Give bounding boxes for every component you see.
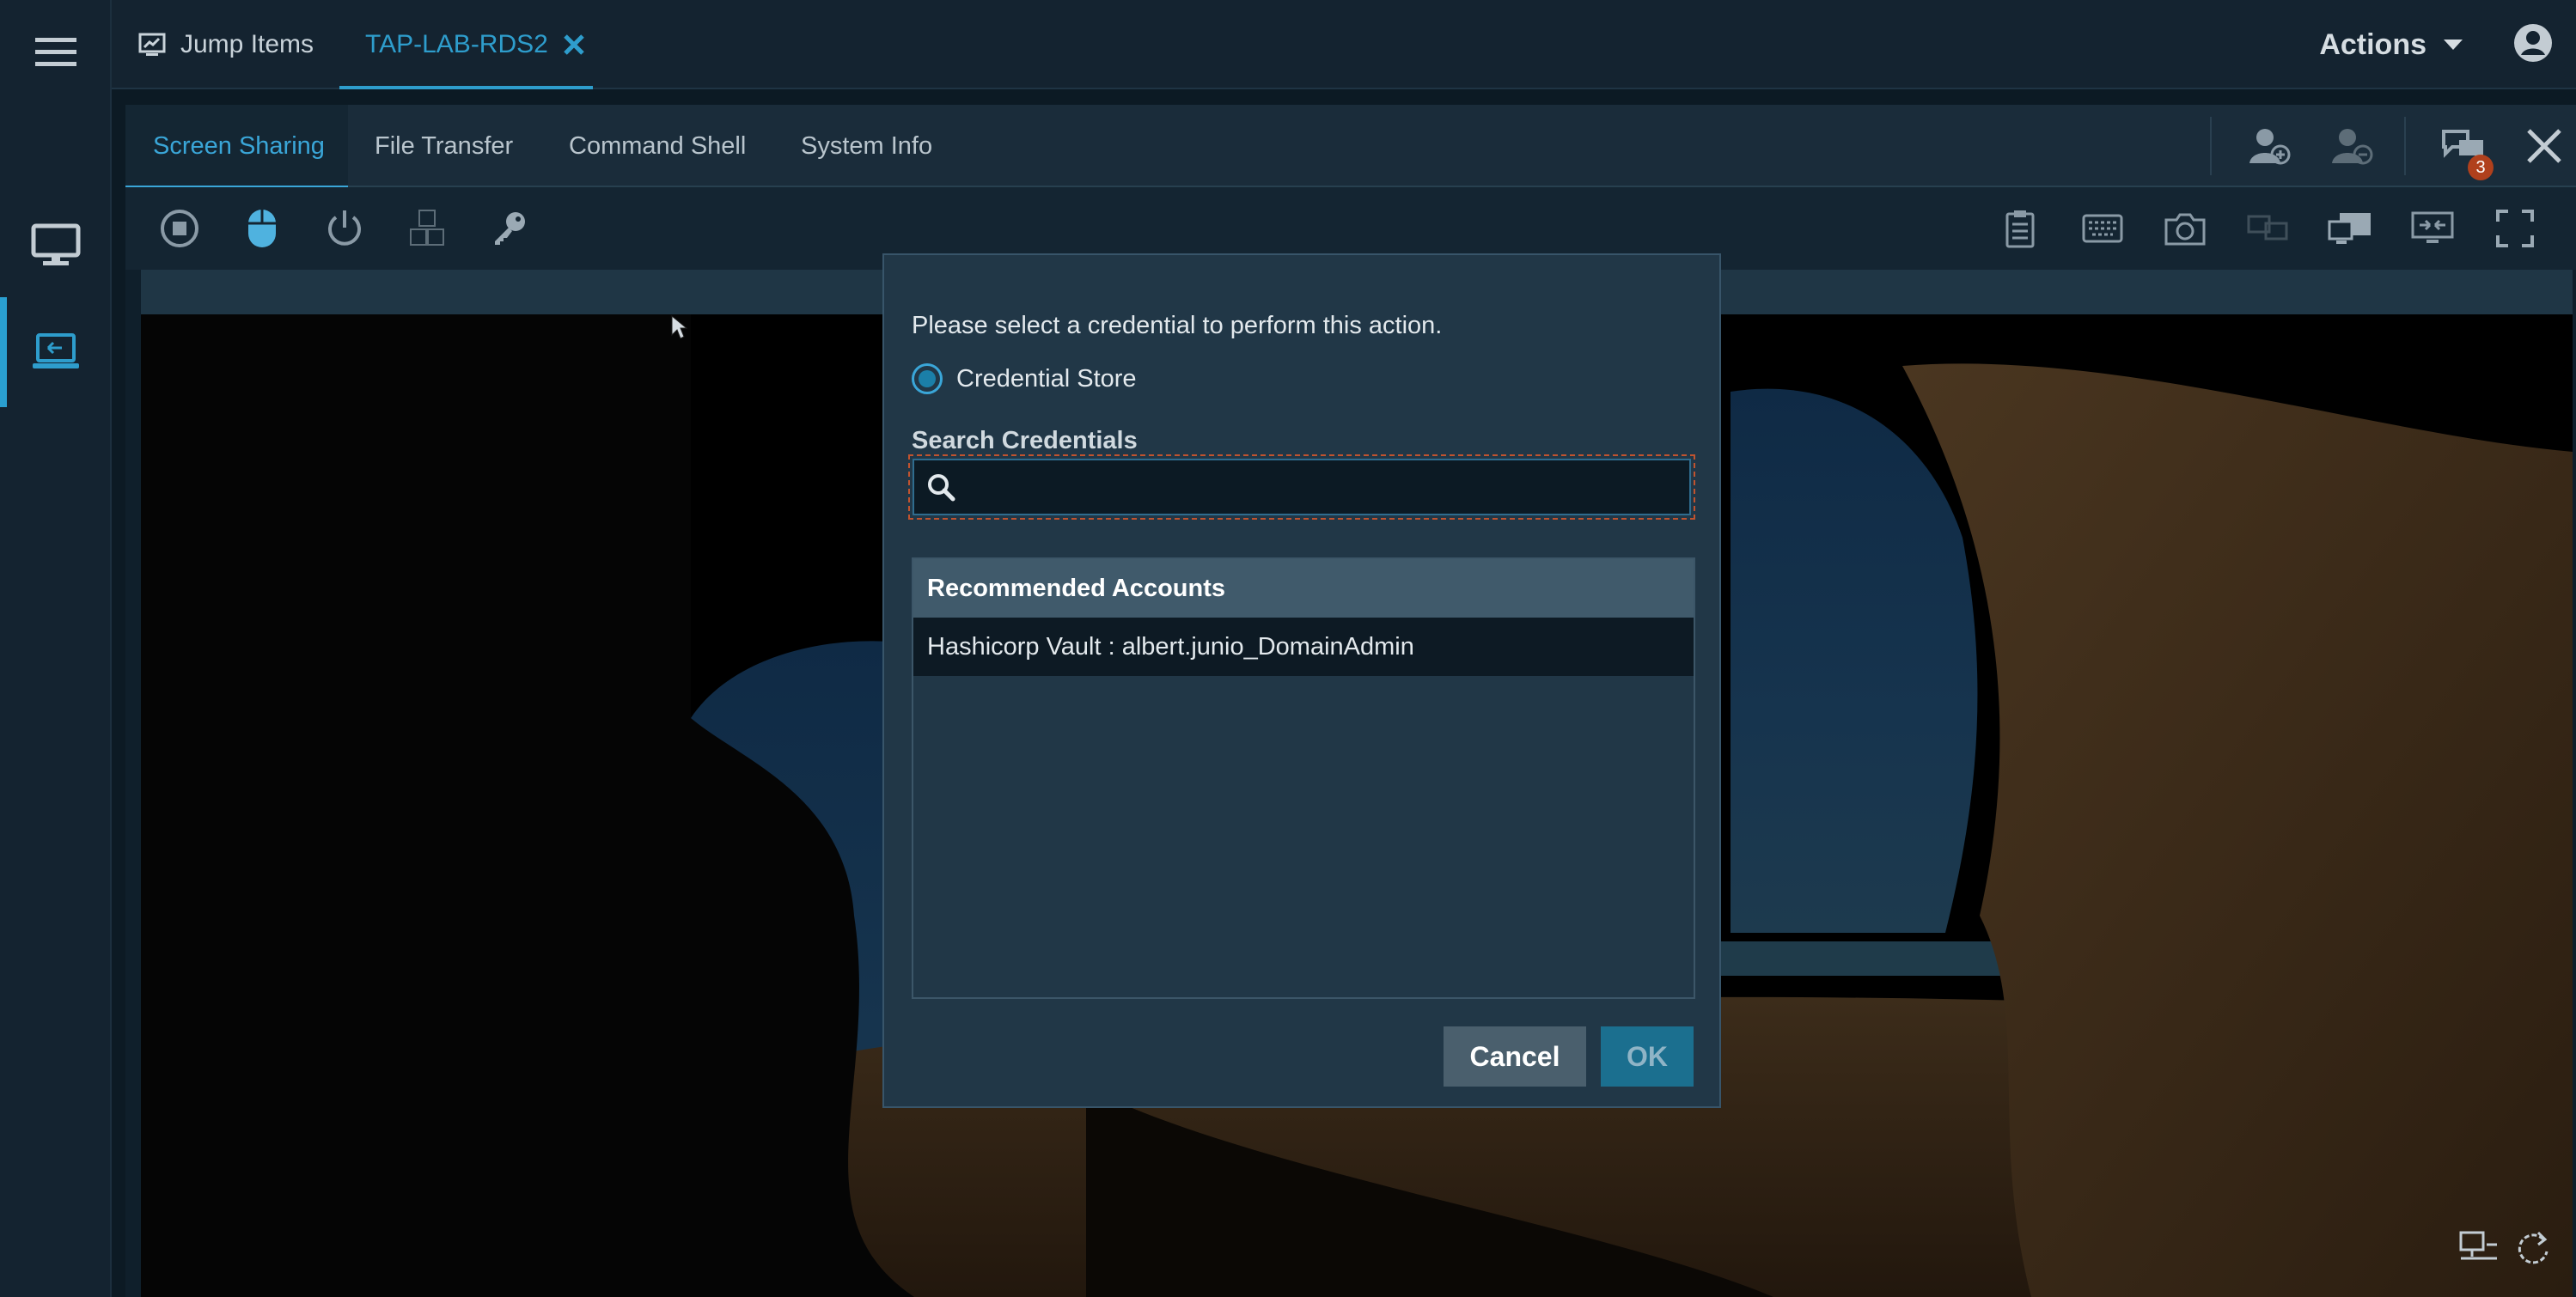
tab-system-info[interactable]: System Info — [801, 105, 932, 187]
privacy-screen-button[interactable] — [2320, 187, 2380, 270]
credential-dialog: Please select a credential to perform th… — [882, 253, 1721, 1108]
dialog-prompt: Please select a credential to perform th… — [912, 312, 1443, 339]
rail-session-button[interactable] — [0, 320, 112, 385]
mouse-icon — [248, 210, 276, 247]
credential-store-label: Credential Store — [956, 364, 1137, 393]
clipboard-icon — [2005, 210, 2035, 248]
fullscreen-button[interactable] — [2485, 187, 2545, 270]
power-icon — [328, 210, 361, 246]
list-item[interactable]: Hashicorp Vault : albert.junio_DomainAdm… — [913, 618, 1694, 676]
cancel-button[interactable]: Cancel — [1444, 1026, 1586, 1087]
chat-button[interactable]: 3 — [2433, 105, 2494, 187]
special-keys-button[interactable] — [397, 187, 457, 270]
fullscreen-icon — [2496, 210, 2534, 247]
user-add-icon — [2249, 129, 2291, 165]
close-icon — [2527, 129, 2561, 163]
privacy-monitor-icon — [2328, 213, 2371, 244]
divider — [2404, 117, 2406, 175]
top-bar: Jump Items TAP-LAB-RDS2 Actions — [112, 0, 2576, 89]
tab-file-transfer-label: File Transfer — [375, 131, 514, 160]
search-icon — [928, 474, 955, 502]
recommended-accounts-header: Recommended Accounts — [913, 559, 1694, 618]
power-button[interactable] — [314, 187, 375, 270]
remote-power-options[interactable] — [2512, 1231, 2552, 1271]
scale-screen-button[interactable] — [2402, 187, 2463, 270]
search-credentials-box — [913, 459, 1691, 515]
tab-command-shell[interactable]: Command Shell — [569, 105, 746, 187]
stop-icon — [161, 210, 198, 247]
screenshot-button[interactable] — [2155, 187, 2215, 270]
tab-screen-sharing[interactable]: Screen Sharing — [125, 105, 348, 189]
stop-sharing-button[interactable] — [150, 187, 210, 270]
tab-session[interactable]: TAP-LAB-RDS2 — [339, 0, 593, 89]
recommended-accounts-list: Recommended Accounts Hashicorp Vault : a… — [912, 557, 1695, 999]
credential-injection-button[interactable] — [479, 187, 540, 270]
chevron-down-icon — [2444, 40, 2463, 50]
user-menu-button[interactable] — [2512, 22, 2554, 68]
search-focus-ring — [908, 454, 1695, 520]
actions-menu-button[interactable]: Actions — [2319, 0, 2464, 89]
key-icon — [495, 212, 525, 245]
hamburger-menu-button[interactable] — [0, 21, 112, 82]
power-restart-icon — [2518, 1231, 2549, 1264]
tab-screen-sharing-label: Screen Sharing — [153, 131, 325, 160]
hamburger-icon — [35, 38, 76, 66]
invite-user-button[interactable] — [2239, 105, 2299, 187]
tab-session-label: TAP-LAB-RDS2 — [365, 30, 548, 58]
keyboard-icon — [2082, 214, 2123, 243]
divider — [2210, 117, 2212, 175]
remote-system-tray-network[interactable] — [2459, 1231, 2499, 1266]
credential-store-radio[interactable] — [912, 363, 943, 394]
user-remove-icon — [2332, 129, 2373, 165]
rail-console-button[interactable] — [0, 213, 112, 278]
mouse-cursor-icon — [671, 314, 687, 339]
tab-file-transfer[interactable]: File Transfer — [375, 105, 513, 187]
tab-system-info-label: System Info — [801, 131, 933, 160]
tab-jump-items-label: Jump Items — [180, 30, 314, 58]
keyboard-button[interactable] — [2072, 187, 2133, 270]
monitor-icon — [31, 223, 81, 265]
camera-icon — [2164, 213, 2206, 246]
credential-store-option[interactable]: Credential Store — [912, 363, 1137, 394]
remove-user-button[interactable] — [2322, 105, 2382, 187]
monitor-select-button[interactable] — [2237, 187, 2298, 270]
session-tabs: Screen Sharing File Transfer Command She… — [125, 105, 2576, 189]
remote-session-icon — [33, 333, 79, 368]
radio-selected-dot — [919, 370, 936, 387]
network-icon — [2459, 1231, 2497, 1260]
tab-command-shell-label: Command Shell — [569, 131, 747, 160]
search-credentials-input[interactable] — [955, 460, 1689, 514]
search-credentials-label: Search Credentials — [912, 427, 1138, 454]
jump-items-icon — [138, 33, 166, 56]
close-session-button[interactable] — [2514, 105, 2574, 187]
user-avatar-icon — [2514, 24, 2552, 62]
scale-monitor-icon — [2411, 211, 2454, 243]
tab-active-underline — [339, 86, 593, 89]
chat-count-badge: 3 — [2468, 155, 2494, 180]
ok-button[interactable]: OK — [1601, 1026, 1694, 1087]
close-icon[interactable] — [562, 33, 586, 57]
app-root: Jump Items TAP-LAB-RDS2 Actions Screen S… — [0, 0, 2576, 1297]
dual-monitor-icon — [2247, 215, 2288, 241]
keys-abcd-icon — [410, 210, 444, 246]
left-rail — [0, 0, 112, 1297]
mouse-control-button[interactable] — [232, 187, 292, 270]
actions-label: Actions — [2319, 27, 2426, 61]
clipboard-button[interactable] — [1990, 187, 2050, 270]
